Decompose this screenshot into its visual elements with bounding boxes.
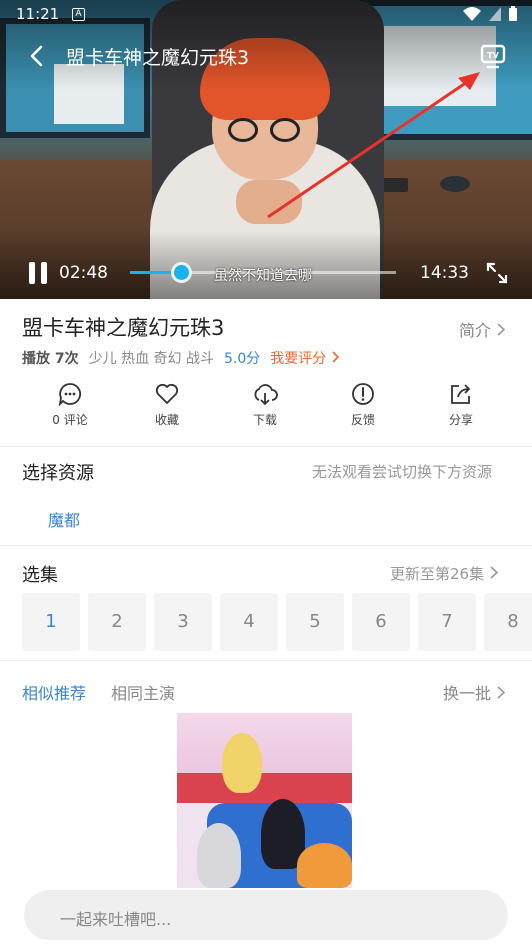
comment-input[interactable]: 一起来吐槽吧... xyxy=(24,890,508,940)
action-bar: 0 评论 收藏 下载 反馈 分享 xyxy=(0,382,532,432)
episode-item[interactable]: 3 xyxy=(154,593,212,651)
divider xyxy=(0,660,532,661)
feedback-button[interactable]: 反馈 xyxy=(323,382,403,428)
share-icon xyxy=(451,384,471,404)
favorite-label: 收藏 xyxy=(154,413,179,427)
download-icon xyxy=(254,384,278,406)
episode-update-link[interactable]: 更新至第26集 xyxy=(390,563,499,584)
share-label: 分享 xyxy=(448,413,473,427)
status-icons xyxy=(462,6,518,22)
source-section-title: 选择资源 xyxy=(22,463,94,484)
score: 5.0分 xyxy=(223,351,261,367)
play-count: 播放 7次 xyxy=(22,351,79,367)
episode-item[interactable]: 2 xyxy=(88,593,146,651)
source-option[interactable]: 魔都 xyxy=(48,507,80,531)
video-player[interactable]: 11:21 A 盟卡车神之魔幻元珠3 TV 02:48 虽然不知道去哪 14:3… xyxy=(0,0,532,299)
source-hint: 无法观看尝试切换下方资源 xyxy=(312,463,493,481)
chevron-right-icon xyxy=(490,566,499,579)
fullscreen-icon[interactable] xyxy=(485,261,509,285)
episode-item[interactable]: 8 xyxy=(484,593,532,651)
battery-icon xyxy=(509,6,517,21)
player-title: 盟卡车神之魔幻元珠3 xyxy=(66,47,250,69)
episode-item[interactable]: 7 xyxy=(418,593,476,651)
video-subtitle: 虽然不知道去哪 xyxy=(214,268,312,284)
episode-section-title: 选集 xyxy=(22,565,58,586)
rate-label: 我要评分 xyxy=(270,351,327,367)
genre-tags: 少儿 热血 奇幻 战斗 xyxy=(88,351,214,367)
video-frame-glasses xyxy=(228,118,258,142)
video-frame-mouse xyxy=(440,176,470,192)
download-label: 下载 xyxy=(252,413,277,427)
tab-similar[interactable]: 相似推荐 xyxy=(22,680,86,704)
refresh-label: 换一批 xyxy=(443,684,492,703)
chevron-right-icon xyxy=(497,686,506,699)
divider xyxy=(0,446,532,447)
chevron-right-icon xyxy=(332,351,339,363)
intro-link[interactable]: 简介 xyxy=(459,317,506,341)
episode-list: 1 2 3 4 5 6 7 8 xyxy=(22,593,532,651)
svg-text:TV: TV xyxy=(487,51,499,60)
feedback-icon xyxy=(352,383,374,405)
heart-icon xyxy=(155,383,179,404)
recommend-poster[interactable] xyxy=(177,713,352,888)
episode-item[interactable]: 4 xyxy=(220,593,278,651)
total-time: 14:33 xyxy=(420,263,469,283)
refresh-button[interactable]: 换一批 xyxy=(443,680,506,704)
video-frame-hands xyxy=(236,180,302,224)
feedback-label: 反馈 xyxy=(350,413,375,427)
download-button[interactable]: 下载 xyxy=(225,382,305,428)
tv-cast-icon[interactable]: TV xyxy=(478,40,508,70)
episode-item[interactable]: 1 xyxy=(22,593,80,651)
tab-same-cast[interactable]: 相同主演 xyxy=(111,680,175,704)
back-icon[interactable] xyxy=(24,42,52,70)
intro-label: 简介 xyxy=(459,321,492,340)
rate-button[interactable]: 我要评分 xyxy=(270,348,339,368)
meta-row: 播放 7次 少儿 热血 奇幻 战斗 5.0分 我要评分 xyxy=(22,348,340,368)
comment-label: 0 评论 xyxy=(52,413,88,427)
notification-icon: A xyxy=(72,8,85,21)
divider xyxy=(0,545,532,546)
favorite-button[interactable]: 收藏 xyxy=(127,382,207,428)
comment-icon xyxy=(58,383,82,406)
episode-item[interactable]: 6 xyxy=(352,593,410,651)
pause-icon[interactable] xyxy=(26,261,50,285)
chevron-right-icon xyxy=(497,323,506,336)
episode-item[interactable]: 5 xyxy=(286,593,344,651)
status-time: 11:21 xyxy=(16,5,60,23)
wifi-icon xyxy=(463,7,481,21)
seek-handle[interactable] xyxy=(171,262,192,283)
comment-button[interactable]: 0 评论 xyxy=(30,382,110,428)
show-title: 盟卡车神之魔幻元珠3 xyxy=(22,316,225,340)
comment-placeholder: 一起来吐槽吧... xyxy=(60,910,172,929)
share-button[interactable]: 分享 xyxy=(421,382,501,428)
video-frame-glasses xyxy=(270,118,300,142)
status-bar: 11:21 A xyxy=(0,0,532,30)
episode-update-label: 更新至第26集 xyxy=(390,565,485,583)
signal-icon xyxy=(489,7,501,21)
current-time: 02:48 xyxy=(59,263,108,283)
